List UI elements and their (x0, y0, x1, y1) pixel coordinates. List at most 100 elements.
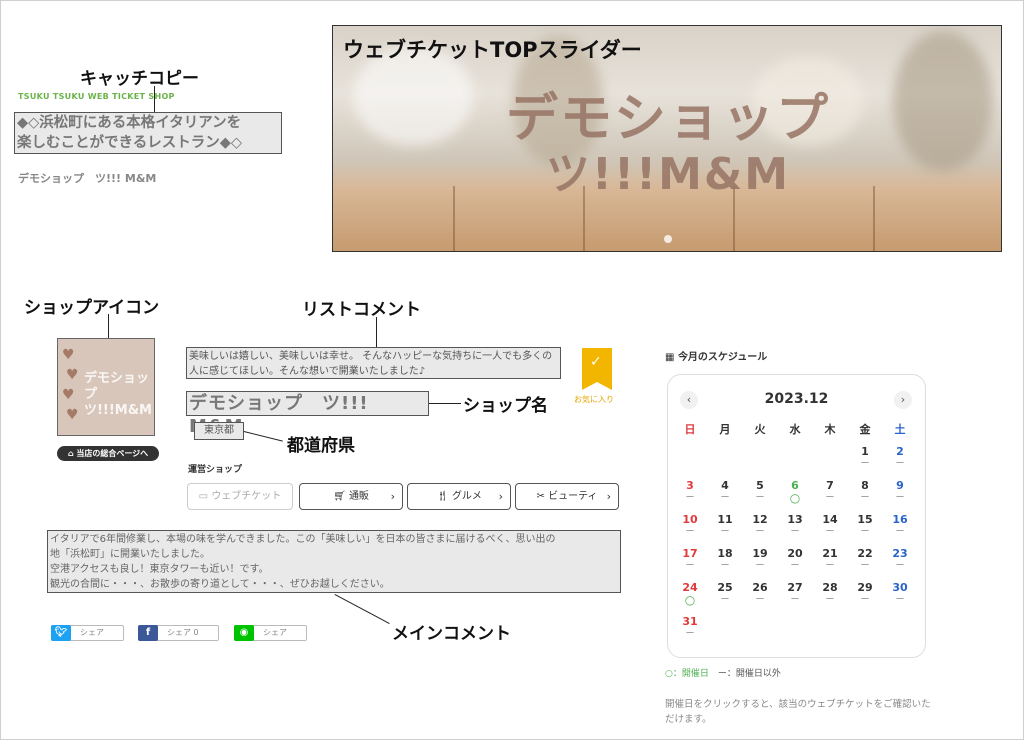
calendar-day[interactable]: 15 (850, 513, 880, 526)
bookmark-button[interactable]: ✓ (582, 348, 612, 390)
calendar-legend: ○：開催日 ー：開催日以外 (665, 669, 781, 679)
calendar-weekday: 金 (859, 423, 871, 436)
open-day-mark: ○ (684, 593, 696, 607)
calendar-day[interactable]: 23 (885, 547, 915, 560)
calendar-weekday: 土 (894, 423, 906, 436)
calendar-weekday: 火 (754, 423, 766, 436)
check-icon: ✓ (590, 354, 602, 370)
main-comment: イタリアで6年間修業し、本場の味を学んできました。この「美味しい」を日本の皆さま… (47, 530, 621, 593)
annotation-line (376, 317, 377, 348)
closed-day-mark: ー (895, 561, 905, 571)
closed-day-mark: ー (755, 527, 765, 537)
closed-day-mark: ー (895, 493, 905, 503)
closed-day-mark: ー (825, 527, 835, 537)
calendar-day[interactable]: 16 (885, 513, 915, 526)
calendar-day[interactable]: 14 (815, 513, 845, 526)
calendar-day[interactable]: 7 (815, 479, 845, 492)
schedule-title: ▦ 今月のスケジュール (665, 352, 768, 363)
closed-day-mark: ー (895, 527, 905, 537)
slider-pagination-dot[interactable] (664, 235, 672, 243)
calendar-day[interactable]: 12 (745, 513, 775, 526)
calendar-note: 開催日をクリックすると、該当のウェブチケットをご確認いただけます。 (665, 699, 931, 725)
calendar-day[interactable]: 25 (710, 581, 740, 594)
closed-day-mark: ー (825, 561, 835, 571)
calendar-day[interactable]: 3 (675, 479, 705, 492)
chevron-right-icon: › (606, 490, 611, 503)
calendar-day[interactable]: 13 (780, 513, 810, 526)
calendar-day[interactable]: 5 (745, 479, 775, 492)
calendar-next-button[interactable]: › (894, 391, 912, 409)
calendar-weekday: 月 (719, 423, 731, 436)
annotation-shop-icon: ショップアイコン (24, 298, 160, 318)
annotation-line (429, 403, 461, 404)
calendar-day[interactable]: 20 (780, 547, 810, 560)
calendar-day[interactable]: 21 (815, 547, 845, 560)
calendar-day[interactable]: 1 (850, 445, 880, 458)
calendar-day[interactable]: 28 (815, 581, 845, 594)
cart-icon: 🛒︎ (333, 491, 349, 502)
closed-day-mark: ー (755, 595, 765, 605)
closed-day-mark: ー (860, 493, 870, 503)
closed-day-mark: ー (860, 527, 870, 537)
closed-day-mark: ー (790, 561, 800, 571)
category-mail-order[interactable]: 🛒︎ 通販 › (299, 483, 403, 510)
closed-day-mark: ー (755, 561, 765, 571)
category-gourmet[interactable]: 🍴︎ グルメ › (407, 483, 511, 510)
top-slider[interactable]: デモショップ ツ!!!M&M ウェブチケットTOPスライダー (332, 25, 1002, 252)
calendar-day[interactable]: 9 (885, 479, 915, 492)
closed-day-mark: ー (685, 629, 695, 639)
ticket-icon: ▭ (198, 491, 212, 502)
calendar-weekday: 木 (824, 423, 836, 436)
calendar-day[interactable]: 29 (850, 581, 880, 594)
facebook-icon: f (138, 625, 158, 641)
header-shop-name[interactable]: デモショップ ツ!!! M&M (18, 170, 156, 186)
closed-day-mark: ー (685, 493, 695, 503)
annotation-line (108, 314, 109, 339)
list-comment: 美味しいは嬉しい、美味しいは幸せ。 そんなハッピーな気持ちに一人でも多くの人に感… (186, 347, 561, 379)
closed-day-mark: ー (860, 459, 870, 469)
shop-top-page-button[interactable]: ⌂ 当店の総合ページへ (57, 446, 159, 461)
heart-icon: ♥ (66, 407, 79, 423)
shop-icon-text: デモショップ ツ!!!M&M (84, 371, 152, 418)
category-web-ticket[interactable]: ▭ ウェブチケット (187, 483, 293, 510)
heart-icon: ♥ (62, 347, 75, 363)
calendar-day[interactable]: 22 (850, 547, 880, 560)
calendar-day[interactable]: 11 (710, 513, 740, 526)
calendar-day[interactable]: 27 (780, 581, 810, 594)
annotation-catch-copy: キャッチコピー (80, 69, 199, 89)
calendar-day[interactable]: 31 (675, 615, 705, 628)
open-day-mark: ○ (789, 491, 801, 505)
catch-line-1: ◆◇浜松町にある本格イタリアンを (17, 115, 242, 131)
annotation-main-comment: メインコメント (392, 624, 511, 644)
calendar-day[interactable]: 26 (745, 581, 775, 594)
calendar-day[interactable]: 30 (885, 581, 915, 594)
closed-day-mark: ー (825, 493, 835, 503)
calendar-icon: ▦ (665, 352, 678, 363)
calendar-day[interactable]: 8 (850, 479, 880, 492)
calendar-day[interactable]: 17 (675, 547, 705, 560)
closed-day-mark: ー (790, 527, 800, 537)
calendar-day[interactable]: 19 (745, 547, 775, 560)
closed-day-mark: ー (825, 595, 835, 605)
shop-name: デモショップ ツ!!! M&M (186, 391, 429, 437)
closed-day-mark: ー (720, 595, 730, 605)
share-facebook-button[interactable]: f シェア 0 (138, 625, 219, 641)
closed-day-mark: ー (860, 561, 870, 571)
share-line-button[interactable]: ◉ シェア (234, 625, 307, 641)
cutlery-icon: 🍴︎ (436, 491, 452, 502)
chevron-right-icon: › (390, 490, 395, 503)
annotation-slider: ウェブチケットTOPスライダー (343, 38, 642, 62)
calendar-day[interactable]: 10 (675, 513, 705, 526)
annotation-shop-name: ショップ名 (463, 396, 548, 416)
heart-icon: ♥ (66, 367, 79, 383)
calendar-day[interactable]: 18 (710, 547, 740, 560)
calendar-day[interactable]: 4 (710, 479, 740, 492)
closed-day-mark: ー (755, 493, 765, 503)
calendar-day[interactable]: 2 (885, 445, 915, 458)
category-beauty[interactable]: ✂ ビューティ › (515, 483, 619, 510)
heart-icon: ♥ (62, 387, 75, 403)
share-twitter-button[interactable]: 🐦︎ シェア (51, 625, 124, 641)
calendar-weekday: 水 (789, 423, 801, 436)
scissors-icon: ✂ (536, 491, 549, 502)
closed-day-mark: ー (720, 561, 730, 571)
